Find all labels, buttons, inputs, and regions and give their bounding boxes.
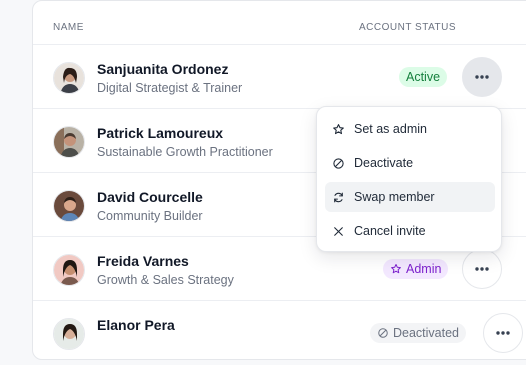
close-icon — [334, 226, 343, 236]
row-actions-button[interactable] — [462, 249, 502, 289]
member-name: Freida Varnes — [97, 253, 189, 269]
status-badge: Admin — [383, 259, 449, 279]
table-header: NAME ACCOUNT STATUS — [33, 1, 526, 45]
more-horizontal-icon — [496, 331, 510, 335]
status-badge: Active — [399, 67, 448, 87]
member-role: Digital Strategist & Trainer — [97, 81, 243, 95]
avatar — [53, 254, 85, 286]
column-header-status: ACCOUNT STATUS — [359, 22, 457, 33]
table-row: Sanjuanita Ordonez Digital Strategist & … — [33, 45, 526, 109]
menu-item-label: Set as admin — [354, 122, 427, 136]
menu-item-label: Deactivate — [354, 156, 414, 170]
avatar — [53, 318, 85, 350]
menu-item-label: Cancel invite — [354, 224, 426, 238]
status-badge: Deactivated — [370, 323, 467, 343]
member-name: Elanor Pera — [97, 317, 175, 333]
table-row: Elanor Pera Deactivated — [33, 301, 526, 365]
menu-item-swap-member[interactable]: Swap member — [325, 182, 495, 212]
swap-icon — [334, 192, 343, 202]
avatar-image — [54, 319, 84, 349]
menu-item-label: Swap member — [354, 190, 435, 204]
member-role: Sustainable Growth Practitioner — [97, 145, 273, 159]
avatar-image — [54, 127, 84, 157]
avatar-image — [54, 63, 84, 93]
menu-item-deactivate[interactable]: Deactivate — [325, 148, 495, 178]
ban-icon — [333, 157, 344, 169]
menu-item-cancel-invite[interactable]: Cancel invite — [325, 216, 495, 246]
star-icon — [391, 264, 401, 274]
status-label: Admin — [406, 262, 442, 276]
avatar-image — [54, 191, 84, 221]
status-label: Deactivated — [393, 326, 460, 340]
row-actions-button[interactable] — [462, 57, 502, 97]
avatar — [53, 126, 85, 158]
member-name: David Courcelle — [97, 189, 203, 205]
more-horizontal-icon — [475, 267, 489, 271]
avatar-image — [54, 255, 84, 285]
status-label: Active — [406, 70, 441, 84]
member-name: Patrick Lamoureux — [97, 125, 224, 141]
menu-item-set-as-admin[interactable]: Set as admin — [325, 114, 495, 144]
row-actions-button[interactable] — [483, 313, 523, 353]
ban-icon — [378, 328, 388, 338]
member-name: Sanjuanita Ordonez — [97, 61, 229, 77]
avatar — [53, 62, 85, 94]
star-icon — [333, 123, 344, 134]
column-header-name: NAME — [53, 22, 84, 33]
avatar — [53, 190, 85, 222]
more-horizontal-icon — [475, 75, 489, 79]
row-actions-menu: Set as admin Deactivate Swap member Canc… — [316, 106, 502, 252]
member-role: Growth & Sales Strategy — [97, 273, 234, 287]
member-role: Community Builder — [97, 209, 203, 223]
